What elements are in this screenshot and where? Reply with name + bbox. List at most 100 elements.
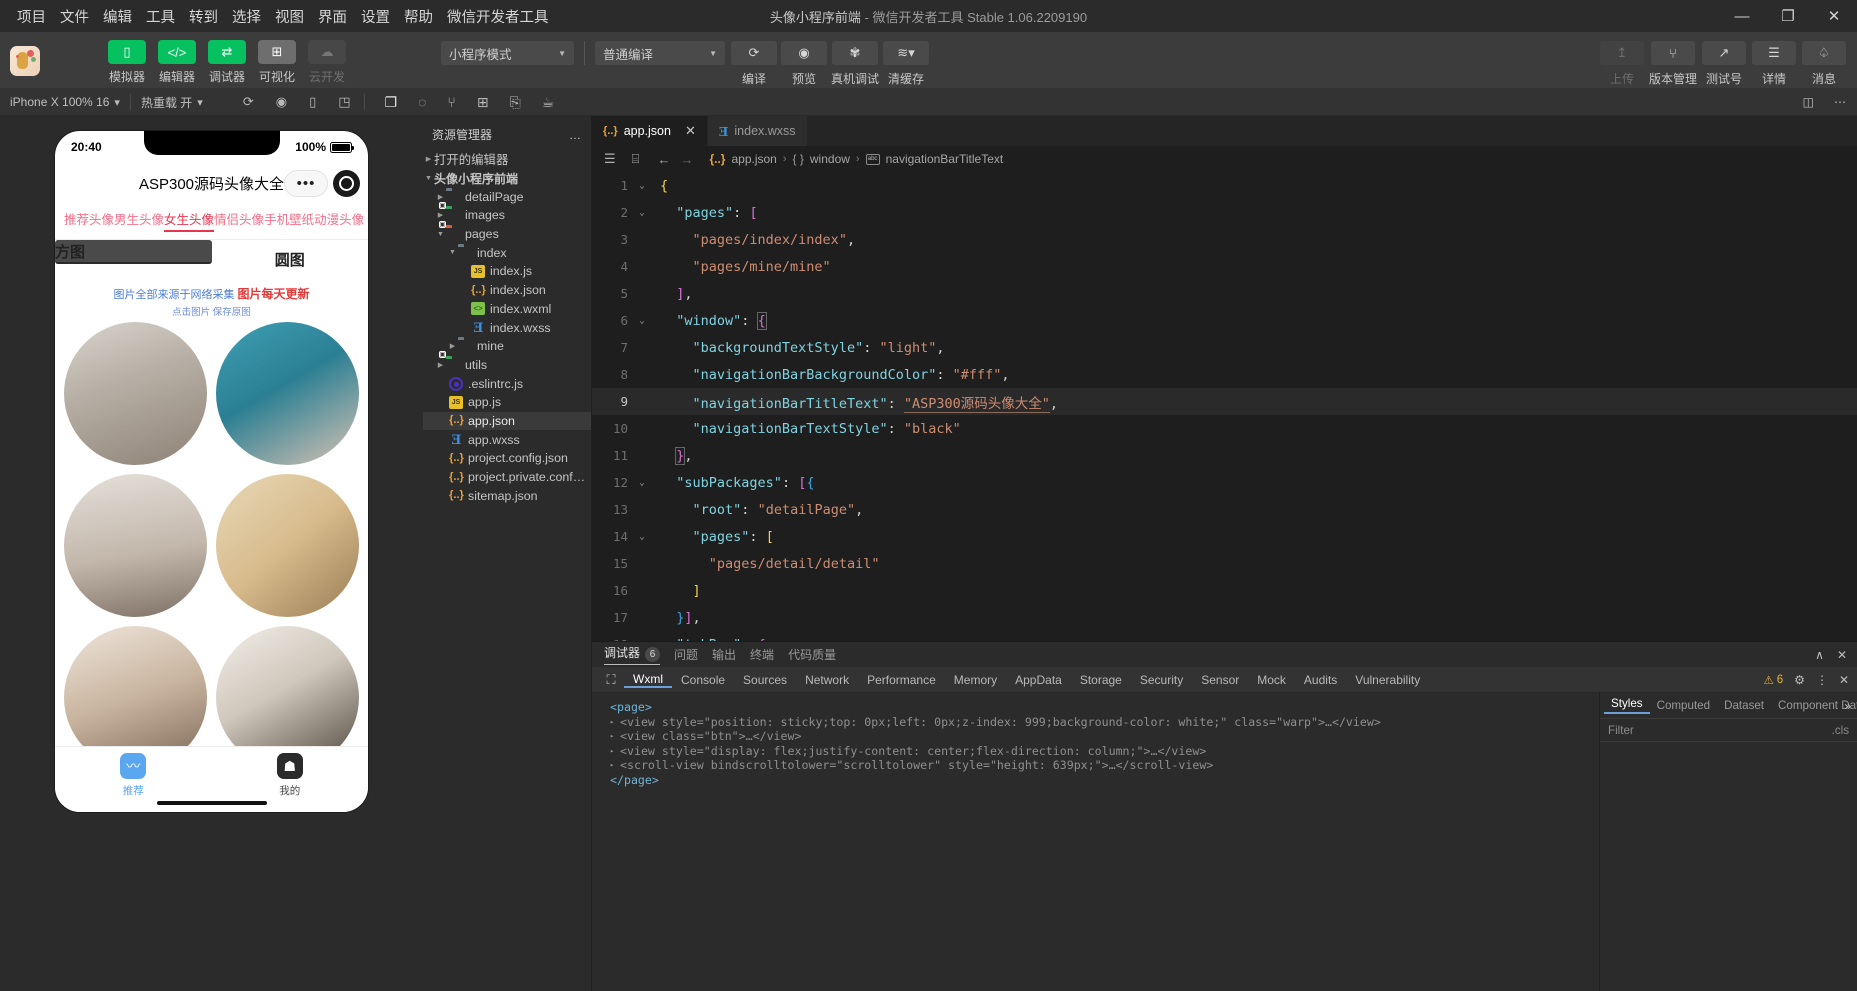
close-icon[interactable]: ✕ [685,123,696,139]
simulator-toggle-button[interactable]: ▯ 模拟器 [106,40,148,85]
compile-select[interactable]: 普通编译 ▼ [595,41,725,65]
close-icon[interactable]: ✕ [1839,673,1849,687]
debugger-toggle-button[interactable]: ⇄ 调试器 [206,40,248,85]
close-icon[interactable]: ✕ [1811,0,1857,32]
tree-item-utils[interactable]: ▶ ▣ utils [423,356,591,375]
menu-item-goto[interactable]: 转到 [182,3,225,30]
avatar-item[interactable] [216,322,359,465]
code-editor[interactable]: 1 ⌄ { 2 ⌄ "pages": [ 3 "pages/index/inde… [592,172,1857,641]
test-account-button[interactable]: ↗ 测试号 [1701,41,1747,87]
back-arrow-icon[interactable]: ← [647,152,672,167]
devtools-tab-network[interactable]: Network [796,673,858,687]
menu-item-help[interactable]: 帮助 [397,3,440,30]
wxml-line[interactable]: ▸<view style="position: sticky;top: 0px;… [600,715,1599,730]
tree-item-index-folder[interactable]: ▼ index [423,243,591,262]
branch-icon[interactable]: ⑂ [447,94,455,110]
category-anime[interactable]: 动漫头像 [314,209,364,232]
breadcrumb-part-window[interactable]: window [810,152,850,166]
avatar-item[interactable] [64,322,207,465]
panel-tab-terminal[interactable]: 终端 [750,646,774,663]
menu-item-project[interactable]: 项目 [10,3,53,30]
menu-item-devtools[interactable]: 微信开发者工具 [440,3,556,30]
tree-item-sitemap-json[interactable]: {..} sitemap.json [423,486,591,505]
wxml-tree[interactable]: <page> ▸<view style="position: sticky;to… [592,693,1599,991]
wxml-line[interactable]: </page> [600,773,1599,788]
devtools-tab-wxml[interactable]: Wxml [624,672,672,688]
expand-triangle-icon[interactable]: ▸ [610,758,620,773]
devtools-tab-sensor[interactable]: Sensor [1192,673,1248,687]
files-icon[interactable]: ❐ [385,94,398,111]
close-circle-icon[interactable] [333,170,360,197]
outline-icon[interactable]: ☰ [602,151,618,167]
editor-tab-index-wxss[interactable]: Ǝ index.wxss [708,116,808,146]
wxml-line[interactable]: ▸<view class="btn">…</view> [600,729,1599,744]
warning-badge[interactable]: ⚠6 [1763,673,1783,687]
maximize-icon[interactable]: ❐ [1765,0,1811,32]
menu-item-interface[interactable]: 界面 [311,3,354,30]
tree-item-index-js[interactable]: JS index.js [423,262,591,281]
category-female[interactable]: 女生头像 [164,209,214,232]
mode-select[interactable]: 小程序模式 ▼ [441,41,574,65]
expand-triangle-icon[interactable]: ▸ [610,744,620,759]
editor-toggle-button[interactable]: </> 编辑器 [156,40,198,85]
minimize-icon[interactable]: — [1719,0,1765,32]
more-icon[interactable]: … [569,128,582,142]
styles-tab-computed[interactable]: Computed [1650,699,1718,712]
record-icon[interactable]: ◉ [276,94,287,110]
tree-item-app-js[interactable]: JS app.js [423,393,591,412]
close-icon[interactable]: ✕ [1837,648,1847,662]
wxml-line[interactable]: <page> [600,700,1599,715]
tree-item-app-json[interactable]: {..} app.json [423,412,591,431]
tree-item-pages[interactable]: ▼ ▣ pages [423,225,591,244]
version-management-button[interactable]: ⑂ 版本管理 [1649,41,1697,87]
panel-tab-code-quality[interactable]: 代码质量 [788,646,836,663]
save-icon[interactable]: ⎘ [510,94,521,111]
devtools-tab-sources[interactable]: Sources [734,673,796,687]
refresh-button[interactable]: ⟳ 编译 [731,41,777,87]
more-icon[interactable]: ••• [284,170,328,197]
menu-item-tools[interactable]: 工具 [139,3,182,30]
tree-item-project-private-config[interactable]: {..} project.private.config.js… [423,468,591,487]
breadcrumb-part-file[interactable]: app.json [731,152,776,166]
settings-icon[interactable]: ⚙ [1794,673,1805,687]
category-recommend[interactable]: 推荐头像 [64,209,114,232]
phone-icon[interactable]: ▯ [309,94,316,110]
styles-tab-styles[interactable]: Styles [1604,697,1650,714]
menu-item-file[interactable]: 文件 [53,3,96,30]
fold-icon[interactable]: ⌄ [634,532,650,542]
tree-item-app-wxss[interactable]: Ǝ app.wxss [423,430,591,449]
bookmark-icon[interactable]: ⌸ [624,151,642,167]
avatar-item[interactable] [64,474,207,617]
fold-icon[interactable]: ⌄ [634,208,650,218]
tree-item-eslintrc[interactable]: .eslintrc.js [423,374,591,393]
tree-item-index-json[interactable]: {..} index.json [423,281,591,300]
fold-icon[interactable]: ⌄ [634,640,650,642]
styles-tab-dataset[interactable]: Dataset [1717,699,1771,712]
visualization-toggle-button[interactable]: ⊞ 可视化 [256,40,298,85]
panel-tab-problems[interactable]: 问题 [674,646,698,663]
devtools-tab-storage[interactable]: Storage [1071,673,1131,687]
panel-tab-debugger[interactable]: 调试器6 [604,644,660,665]
search-icon[interactable]: ◌ [418,94,426,110]
collapse-icon[interactable]: ∧ [1815,648,1824,662]
device-select[interactable]: iPhone X 100% 16 ▾ [0,95,130,109]
forward-arrow-icon[interactable]: → [678,152,695,167]
devtools-tab-audits[interactable]: Audits [1295,673,1346,687]
menu-item-view[interactable]: 视图 [268,3,311,30]
category-male[interactable]: 男生头像 [114,209,164,232]
debug-icon[interactable]: ☕ [542,94,555,111]
devtools-tab-mock[interactable]: Mock [1248,673,1295,687]
cls-button[interactable]: .cls [1832,724,1849,737]
tree-item-open-editors[interactable]: ▶ 打开的编辑器 [423,150,591,169]
devtools-tab-vulnerability[interactable]: Vulnerability [1346,673,1429,687]
category-couple[interactable]: 情侣头像 [214,209,264,232]
rotate-icon[interactable]: ⟳ [243,94,254,110]
fold-icon[interactable]: ⌄ [634,181,650,191]
filter-input[interactable]: Filter [1608,724,1634,737]
tree-item-project-root[interactable]: ▼ 头像小程序前端 [423,169,591,188]
wxml-line[interactable]: ▸<scroll-view bindscrolltolower="scrollt… [600,758,1599,773]
expand-triangle-icon[interactable]: ▸ [610,715,620,730]
preview-button[interactable]: ◉ 预览 [781,41,827,87]
panel-tab-output[interactable]: 输出 [712,646,736,663]
tree-item-index-wxml[interactable]: <> index.wxml [423,300,591,319]
